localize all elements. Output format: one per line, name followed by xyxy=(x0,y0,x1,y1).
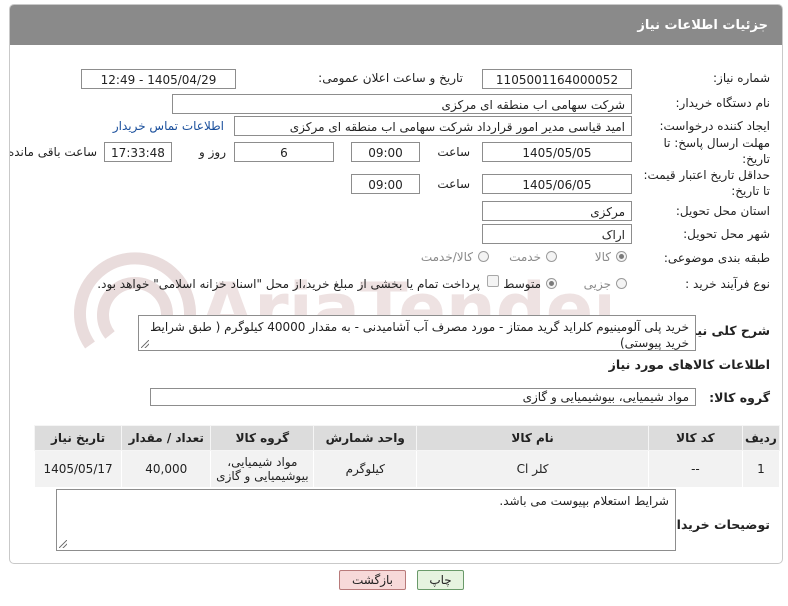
requester-field: امید قیاسی مدیر امور قرارداد شرکت سهامی … xyxy=(234,116,632,136)
reply-deadline-time-label: ساعت xyxy=(437,145,470,159)
price-validity-date-field: 1405/06/05 xyxy=(482,174,632,194)
remaining-time-label: ساعت باقی مانده xyxy=(9,145,97,159)
buyer-notes-text: شرایط استعلام بپیوست می باشد. xyxy=(499,494,669,508)
purchase-type-option-medium: متوسط xyxy=(503,277,541,291)
goods-group-field: مواد شیمیایی، بیوشیمیایی و گازی xyxy=(150,388,696,406)
print-button[interactable]: چاپ xyxy=(417,570,464,590)
col-header-item-code: کد کالا xyxy=(647,425,743,451)
category-option-goods: کالا xyxy=(594,250,611,264)
province-label: استان محل تحویل: xyxy=(675,204,770,218)
goods-info-title: اطلاعات کالاهای مورد نیاز xyxy=(608,357,770,372)
remaining-days-label: روز و xyxy=(199,145,226,159)
announce-datetime-field: 1405/04/29 - 12:49 xyxy=(81,69,236,89)
treasury-payment-checkbox[interactable] xyxy=(487,275,499,287)
reply-deadline-label-line2: تاریخ: xyxy=(742,152,770,166)
announce-datetime-label: تاریخ و ساعت اعلان عمومی: xyxy=(318,71,463,85)
buyer-org-label: نام دستگاه خریدار: xyxy=(675,96,771,110)
col-header-item-name: نام کالا xyxy=(416,425,649,451)
reply-deadline-date-field: 1405/05/05 xyxy=(482,142,632,162)
resize-handle-icon[interactable] xyxy=(59,540,67,548)
requester-label: ایجاد کننده درخواست: xyxy=(659,119,770,133)
price-validity-label-line1: حداقل تاریخ اعتبار قیمت: xyxy=(643,168,770,182)
items-table-header: ردیف کد کالا نام کالا واحد شمارش گروه کا… xyxy=(33,425,781,451)
col-header-item-group: گروه کالا xyxy=(210,425,315,451)
category-radio-goods[interactable] xyxy=(616,251,627,262)
need-details-panel: جزئیات اطلاعات نیاز AriaTender.net شماره… xyxy=(9,4,783,564)
cell-quantity: 40,000 xyxy=(121,450,212,488)
treasury-payment-note: پرداخت تمام یا بخشی از مبلغ خرید،از محل … xyxy=(97,277,480,291)
cell-item-code: -- xyxy=(647,450,743,488)
category-option-service: خدمت xyxy=(509,250,541,264)
description-textarea: خرید پلی آلومینیوم کلراید گرید ممتاز - م… xyxy=(138,315,696,351)
category-radio-goods-service[interactable] xyxy=(478,251,489,262)
category-radio-service[interactable] xyxy=(546,251,557,262)
col-header-need-date: تاریخ نیاز xyxy=(33,425,123,451)
purchase-type-radio-medium[interactable] xyxy=(546,278,557,289)
purchase-type-label: نوع فرآیند خرید : xyxy=(685,277,770,291)
col-header-quantity: تعداد / مقدار xyxy=(121,425,212,451)
province-field: مرکزی xyxy=(482,201,632,221)
col-header-unit: واحد شمارش xyxy=(313,425,418,451)
price-validity-time-label: ساعت xyxy=(437,177,470,191)
goods-group-label: گروه کالا: xyxy=(709,390,770,405)
category-label: طبقه بندی موضوعی: xyxy=(663,251,770,265)
panel-header: جزئیات اطلاعات نیاز xyxy=(10,5,782,45)
remaining-time-field: 17:33:48 xyxy=(104,142,172,162)
city-label: شهر محل تحویل: xyxy=(683,227,770,241)
price-validity-label-line2: تا تاریخ: xyxy=(731,184,770,198)
cell-row-number: 1 xyxy=(741,450,781,488)
need-number-field: 1105001164000052 xyxy=(482,69,632,89)
buyer-notes-textarea: شرایط استعلام بپیوست می باشد. xyxy=(56,489,676,551)
purchase-type-option-minor: جزیی xyxy=(583,277,611,291)
reply-deadline-time-field: 09:00 xyxy=(351,142,420,162)
category-option-goods-service: کالا/خدمت xyxy=(420,250,473,264)
buyer-contact-link[interactable]: اطلاعات تماس خریدار xyxy=(113,119,224,133)
buyer-org-field: شرکت سهامی اب منطقه ای مرکزی xyxy=(172,94,632,114)
table-row: 1 -- کلر Cl کیلوگرم مواد شیمیایی، بیوشیم… xyxy=(33,450,781,488)
panel-title: جزئیات اطلاعات نیاز xyxy=(637,18,768,33)
remaining-days-field: 6 xyxy=(234,142,334,162)
city-field: اراک xyxy=(482,224,632,244)
buyer-notes-label: توضیحات خریدار: xyxy=(664,517,770,532)
description-text: خرید پلی آلومینیوم کلراید گرید ممتاز - م… xyxy=(150,320,689,350)
cell-unit: کیلوگرم xyxy=(313,450,418,488)
cell-item-group: مواد شیمیایی، بیوشیمیایی و گازی xyxy=(210,450,315,488)
items-table: ردیف کد کالا نام کالا واحد شمارش گروه کا… xyxy=(33,425,781,488)
price-validity-time-field: 09:00 xyxy=(351,174,420,194)
cell-item-name: کلر Cl xyxy=(416,450,649,488)
back-button[interactable]: بازگشت xyxy=(339,570,406,590)
resize-handle-icon[interactable] xyxy=(141,340,149,348)
col-header-row-number: ردیف xyxy=(741,425,781,451)
purchase-type-radio-minor[interactable] xyxy=(616,278,627,289)
need-number-label: شماره نیاز: xyxy=(713,71,770,85)
cell-need-date: 1405/05/17 xyxy=(33,450,123,488)
reply-deadline-label-line1: مهلت ارسال پاسخ: تا xyxy=(663,136,770,150)
